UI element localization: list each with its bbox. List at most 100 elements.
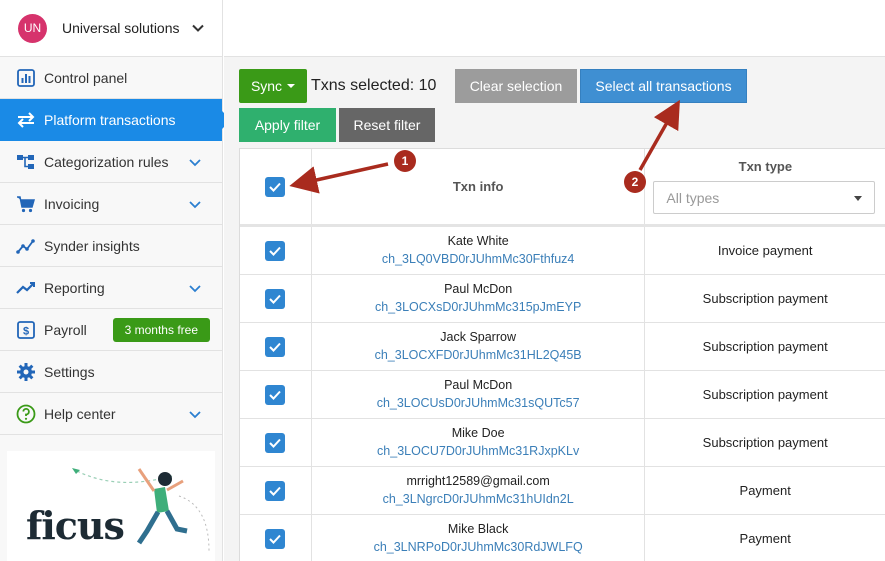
- table-row[interactable]: Mike Black ch_3LNRPoD0rJUhmMc30RdJWLFQ Pay…: [240, 515, 885, 561]
- sidebar-item-settings[interactable]: Settings: [0, 351, 222, 393]
- checkmark-icon: [269, 246, 282, 256]
- annotation-marker-1: 1: [394, 150, 416, 172]
- checkmark-icon: [269, 438, 282, 448]
- insights-icon: [16, 236, 36, 256]
- row-checkbox-cell: [240, 227, 312, 274]
- column-header-txn-type-cell: Txn type All types: [645, 149, 885, 224]
- cart-icon: [16, 194, 36, 214]
- sidebar-item-control-panel[interactable]: Control panel: [0, 57, 222, 99]
- checkmark-icon: [269, 534, 282, 544]
- txn-type-cell: Subscription payment: [702, 435, 828, 450]
- txn-info-cell: Paul McDon ch_3LOCUsD0rJUhmMc31sQUTc57: [312, 371, 646, 418]
- row-checkbox[interactable]: [265, 480, 286, 501]
- sidebar-item-label: Synder insights: [44, 237, 140, 254]
- hierarchy-icon: [16, 152, 36, 172]
- sidebar-item-label: Categorization rules: [44, 153, 169, 170]
- customer-name: Paul McDon: [444, 282, 513, 296]
- customer-name: Kate White: [447, 234, 509, 248]
- org-switcher[interactable]: UN Universal solutions: [0, 0, 222, 57]
- customer-name: Mike Doe: [451, 426, 505, 440]
- chevron-down-icon[interactable]: [188, 281, 202, 295]
- sidebar-item-label: Reporting: [44, 279, 105, 296]
- table-row[interactable]: Jack Sparrow ch_3LOCXFD0rJUhmMc31HL2Q45B S…: [240, 323, 885, 371]
- select-all-transactions-button[interactable]: Select all transactions: [580, 69, 747, 103]
- ficus-promo-banner[interactable]: ficus: [7, 451, 215, 561]
- sidebar-item-categorization-rules[interactable]: Categorization rules: [0, 141, 222, 183]
- table-row[interactable]: Kate White ch_3LQ0VBD0rJUhmMc30Fthfuz4 Inv…: [240, 227, 885, 275]
- sidebar-item-platform-transactions[interactable]: Platform transactions: [0, 99, 231, 141]
- caret-down-icon: [287, 84, 296, 88]
- sync-label: Sync: [250, 78, 283, 94]
- row-checkbox-cell: [240, 467, 312, 514]
- sidebar-item-label: Help center: [44, 405, 116, 422]
- table-row[interactable]: Mike Doe ch_3LOCU7D0rJUhmMc31RJxpKLv Subsc…: [240, 419, 885, 467]
- sync-button[interactable]: Sync: [239, 69, 307, 103]
- row-checkbox-cell: [240, 323, 312, 370]
- sidebar-item-label: Invoicing: [44, 195, 100, 212]
- ficus-logo: ficus: [26, 503, 125, 548]
- row-checkbox-cell: [240, 275, 312, 322]
- table-body: Kate White ch_3LQ0VBD0rJUhmMc30Fthfuz4 Inv…: [240, 227, 885, 561]
- row-checkbox[interactable]: [265, 336, 286, 357]
- sidebar-item-invoicing[interactable]: Invoicing: [0, 183, 222, 225]
- header-checkbox-cell: [240, 149, 312, 224]
- chevron-down-icon[interactable]: [190, 20, 206, 36]
- row-checkbox-cell: [240, 515, 312, 561]
- row-checkbox[interactable]: [265, 288, 286, 309]
- table-row[interactable]: Paul McDon ch_3LOCXsD0rJUhmMc315pJmEYP Sub…: [240, 275, 885, 323]
- caret-down-icon: [854, 196, 863, 201]
- sidebar-item-label: Settings: [44, 363, 95, 380]
- select-all-checkbox[interactable]: [265, 176, 286, 197]
- table-row[interactable]: mrright12589@gmail.com ch_3LNgrcD0rJUhmMc…: [240, 467, 885, 515]
- svg-text:$: $: [23, 325, 29, 337]
- reset-filter-button[interactable]: Reset filter: [339, 108, 435, 142]
- sidebar-item-payroll[interactable]: $ Payroll 3 months free: [0, 309, 222, 351]
- sidebar-item-label: Control panel: [44, 69, 128, 86]
- row-checkbox[interactable]: [265, 384, 286, 405]
- checkmark-icon: [269, 390, 282, 400]
- clear-selection-button[interactable]: Clear selection: [455, 69, 577, 103]
- txn-info-cell: Mike Black ch_3LNRPoD0rJUhmMc30RdJWLFQ: [312, 515, 646, 561]
- transactions-table: Txn info Txn type All types Kate White ch…: [239, 148, 885, 561]
- sidebar-item-reporting[interactable]: Reporting: [0, 267, 222, 309]
- chevron-down-icon[interactable]: [188, 155, 202, 169]
- app-window: UN Universal solutions Control panel Pla…: [0, 0, 885, 561]
- txn-type-filter-select[interactable]: All types: [653, 181, 876, 214]
- free-trial-badge: 3 months free: [112, 317, 210, 342]
- txn-type-cell: Payment: [739, 483, 791, 498]
- sidebar-item-help-center[interactable]: Help center: [0, 393, 222, 435]
- customer-name: mrright12589@gmail.com: [406, 474, 550, 488]
- sidebar-item-synder-insights[interactable]: Synder insights: [0, 225, 222, 267]
- txn-id-link[interactable]: ch_3LOCXFD0rJUhmMc31HL2Q45B: [375, 346, 582, 364]
- txn-id-link[interactable]: ch_3LOCUsD0rJUhmMc31sQUTc57: [377, 394, 580, 412]
- row-checkbox[interactable]: [265, 528, 286, 549]
- avatar: UN: [18, 13, 47, 43]
- txn-type-filter-value: All types: [666, 189, 720, 206]
- txn-id-link[interactable]: ch_3LNRPoD0rJUhmMc30RdJWLFQ: [374, 538, 583, 556]
- row-checkbox-cell: [240, 419, 312, 466]
- question-icon: [16, 404, 36, 424]
- txn-type-cell: Subscription payment: [702, 339, 828, 354]
- txn-id-link[interactable]: ch_3LQ0VBD0rJUhmMc30Fthfuz4: [382, 250, 574, 268]
- txn-id-link[interactable]: ch_3LNgrcD0rJUhmMc31hUIdn2L: [383, 490, 574, 508]
- column-header-txn-info: Txn info: [312, 149, 646, 224]
- txn-info-cell: mrright12589@gmail.com ch_3LNgrcD0rJUhmMc…: [312, 467, 646, 514]
- apply-filter-button[interactable]: Apply filter: [239, 108, 336, 142]
- chevron-down-icon[interactable]: [188, 197, 202, 211]
- customer-name: Jack Sparrow: [440, 330, 516, 344]
- table-row[interactable]: Paul McDon ch_3LOCUsD0rJUhmMc31sQUTc57 Sub…: [240, 371, 885, 419]
- customer-name: Paul McDon: [444, 378, 513, 392]
- trend-line-icon: [16, 278, 36, 298]
- txn-type-cell: Subscription payment: [702, 387, 828, 402]
- column-header-txn-type: Txn type: [738, 159, 793, 174]
- checkmark-icon: [269, 182, 282, 192]
- txn-id-link[interactable]: ch_3LOCXsD0rJUhmMc315pJmEYP: [375, 298, 581, 316]
- transfer-arrows-icon: [16, 110, 36, 130]
- chevron-down-icon[interactable]: [188, 407, 202, 421]
- row-checkbox[interactable]: [265, 432, 286, 453]
- row-checkbox-cell: [240, 371, 312, 418]
- checkmark-icon: [269, 342, 282, 352]
- sidebar: UN Universal solutions Control panel Pla…: [0, 0, 231, 561]
- row-checkbox[interactable]: [265, 240, 286, 261]
- txn-id-link[interactable]: ch_3LOCU7D0rJUhmMc31RJxpKLv: [377, 442, 579, 460]
